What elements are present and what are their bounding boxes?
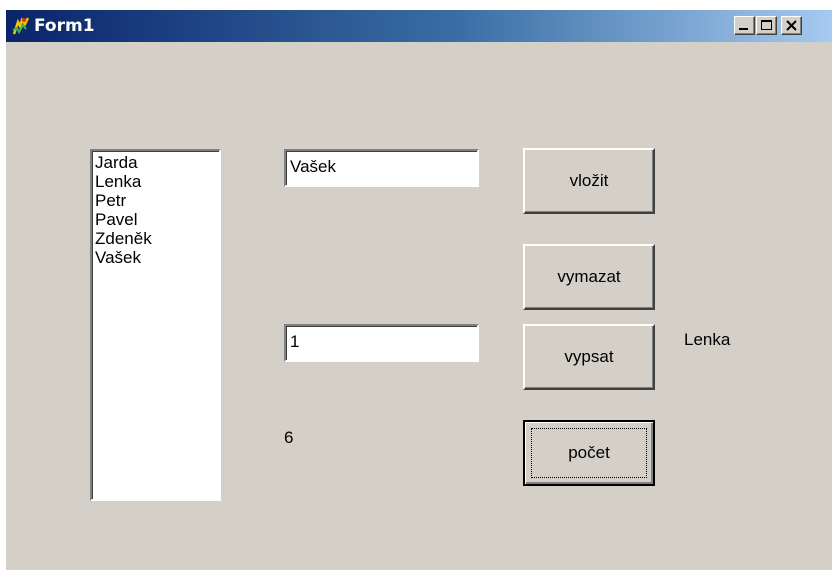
- count-button-label: počet: [568, 443, 610, 462]
- window-title: Form1: [34, 16, 95, 36]
- title-bar[interactable]: Form1: [6, 10, 832, 42]
- name-input[interactable]: Vašek: [284, 149, 479, 187]
- close-icon: [786, 20, 797, 31]
- output-label: Lenka: [684, 330, 731, 349]
- list-item[interactable]: Zdeněk: [95, 229, 219, 248]
- count-button[interactable]: počet: [523, 420, 655, 486]
- list-item[interactable]: Lenka: [95, 172, 219, 191]
- insert-button[interactable]: vložit: [523, 148, 655, 214]
- delphi-app-icon: [12, 17, 30, 35]
- delete-button[interactable]: vymazat: [523, 244, 655, 310]
- count-label: 6: [284, 428, 294, 447]
- close-button[interactable]: [781, 16, 802, 35]
- index-input[interactable]: 1: [284, 324, 479, 362]
- minimize-icon: [739, 28, 748, 30]
- list-item[interactable]: Petr: [95, 191, 219, 210]
- maximize-icon: [761, 20, 772, 30]
- delete-button-label: vymazat: [557, 267, 621, 286]
- print-button-label: vypsat: [564, 347, 614, 366]
- maximize-button[interactable]: [756, 16, 777, 35]
- list-item[interactable]: Jarda: [95, 153, 219, 172]
- names-listbox[interactable]: Jarda Lenka Petr Pavel Zdeněk Vašek: [90, 149, 221, 501]
- list-item[interactable]: Vašek: [95, 248, 219, 267]
- form-window: Form1 Jarda Lenka Petr Pavel Zdeněk Vaše…: [6, 10, 832, 570]
- insert-button-label: vložit: [569, 171, 609, 190]
- minimize-button[interactable]: [734, 16, 755, 35]
- print-button[interactable]: vypsat: [523, 324, 655, 390]
- list-item[interactable]: Pavel: [95, 210, 219, 229]
